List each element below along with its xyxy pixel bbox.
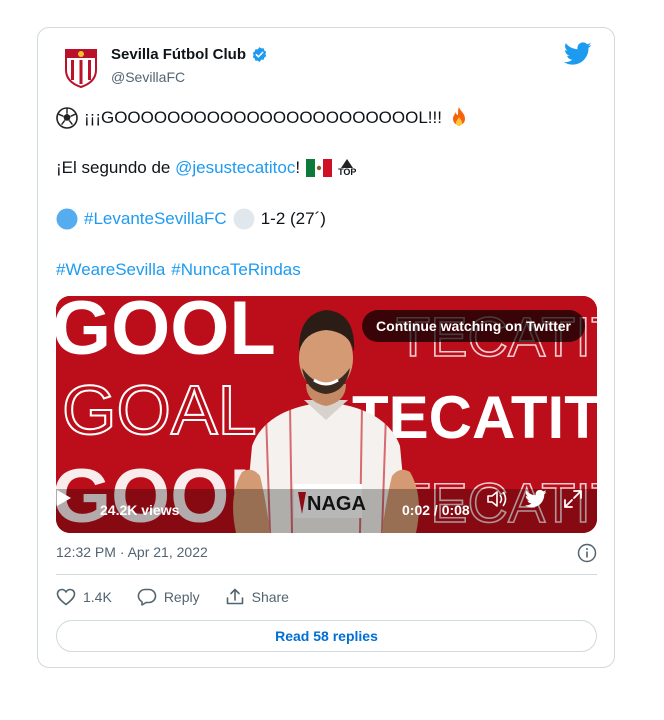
second-prefix: ¡El segundo de [56,158,176,177]
reply-label: Reply [163,589,200,605]
volume-icon[interactable] [486,489,508,509]
tweet-timestamp[interactable]: 12:32 PM · Apr 21, 2022 [56,544,208,560]
reply-button[interactable]: Reply [137,588,200,606]
match-hashtag[interactable]: #LevanteSevillaFC [84,209,227,229]
play-icon[interactable] [56,489,72,507]
top-label: TOP [338,167,357,177]
bg-word-goal: GOAL [62,371,257,449]
info-icon[interactable] [577,543,597,563]
heart-icon [56,588,76,606]
account-name[interactable]: Sevilla Fútbol Club [111,46,246,63]
blue-circle-icon [56,208,78,230]
video-controls: 24.2K views 0:02 / 0:08 [56,489,597,533]
share-button[interactable]: Share [225,588,289,606]
white-circle-icon [233,208,255,230]
second-goal-line: ¡El segundo de @jesustecatitoc! TOP [56,158,356,178]
hashtags-line: #WeareSevilla #NuncaTeRindas [56,260,301,280]
soccer-ball-icon [56,107,78,129]
tweet-header: Sevilla Fútbol Club @SevillaFC [56,42,596,92]
twitter-logo-icon[interactable] [525,489,547,509]
share-label: Share [251,589,289,605]
verified-badge-icon [252,47,267,62]
reply-icon [137,588,157,606]
mention-link[interactable]: @jesustecatitoc [175,158,295,178]
like-count: 1.4K [83,589,112,605]
fire-icon [452,107,465,126]
divider [56,574,597,575]
goal-line: ¡¡¡GOOOOOOOOOOOOOOOOOOOOOOOL!!! [56,106,470,130]
account-handle[interactable]: @SevillaFC [111,69,185,85]
video-time: 0:02 / 0:08 [402,502,470,518]
video-player[interactable]: GOOL GOAL GOOL TECATITO TECATITO TECATIT… [56,296,597,533]
mexico-flag-icon [306,159,333,177]
bg-word-gool-top: GOOL [56,296,276,371]
hashtag-nuncaterindas[interactable]: #NuncaTeRindas [171,260,300,280]
twitter-bird-icon[interactable] [564,42,592,66]
goal-text: ¡¡¡GOOOOOOOOOOOOOOOOOOOOOOOL!!! [84,108,442,127]
tweet-card: Sevilla Fútbol Club @SevillaFC ¡¡¡GOOOOO… [37,27,615,668]
match-score: 1-2 (27´) [260,209,326,228]
share-icon [226,588,243,605]
top-arrow-icon: TOP [338,159,356,177]
tweet-actions: 1.4K Reply Share [56,586,314,608]
continue-watching-button[interactable]: Continue watching on Twitter [362,310,585,342]
second-suffix: ! [295,158,301,177]
read-replies-button[interactable]: Read 58 replies [56,620,597,652]
view-count: 24.2K views [100,502,180,518]
like-button[interactable]: 1.4K [56,588,112,606]
hashtag-wearesevilla[interactable]: #WeareSevilla [56,260,165,280]
score-line: #LevanteSevillaFC 1-2 (27´) [56,208,326,230]
sevilla-crest-avatar[interactable] [62,44,100,88]
fullscreen-icon[interactable] [563,489,583,509]
